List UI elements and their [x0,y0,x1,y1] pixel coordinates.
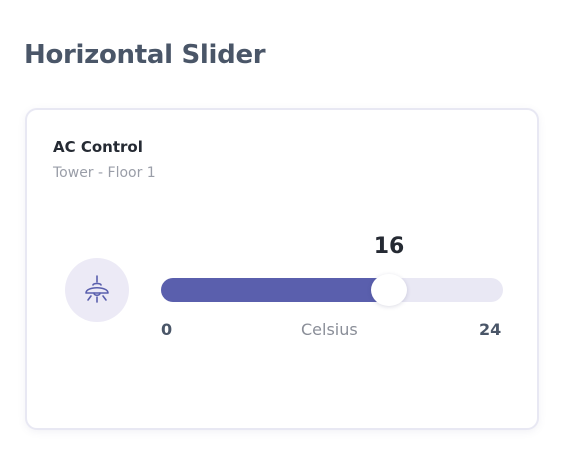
slider-value: 16 [373,234,405,259]
slider-thumb[interactable] [371,274,407,306]
scale-min-label: 0 [161,320,173,339]
scale-max-label: 24 [479,320,502,339]
scale-unit-label: Celsius [301,320,358,339]
page: Horizontal Slider AC Control Tower - Flo… [0,0,570,468]
ceiling-lamp-icon [85,275,109,303]
page-title: Horizontal Slider [24,40,266,70]
temperature-slider[interactable]: 16 [161,234,503,306]
lamp-icon-badge [65,258,129,322]
card-subtitle: Tower - Floor 1 [53,165,156,181]
ac-control-card: AC Control Tower - Floor 1 16 0 Celsius … [25,108,539,430]
card-title: AC Control [53,138,143,156]
slider-track[interactable] [161,278,503,302]
slider-fill [161,278,389,302]
